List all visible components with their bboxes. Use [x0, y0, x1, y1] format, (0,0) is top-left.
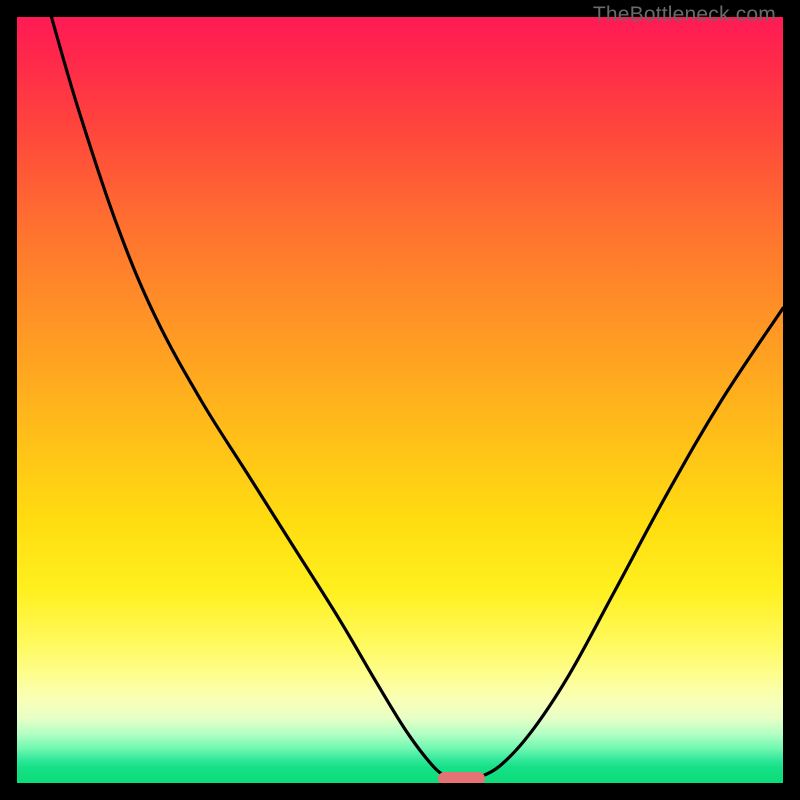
chart-frame: TheBottleneck.com — [0, 0, 800, 800]
optimal-marker — [438, 772, 485, 783]
bottleneck-curve — [17, 17, 783, 783]
watermark-text: TheBottleneck.com — [593, 3, 776, 27]
plot-area — [17, 17, 783, 783]
